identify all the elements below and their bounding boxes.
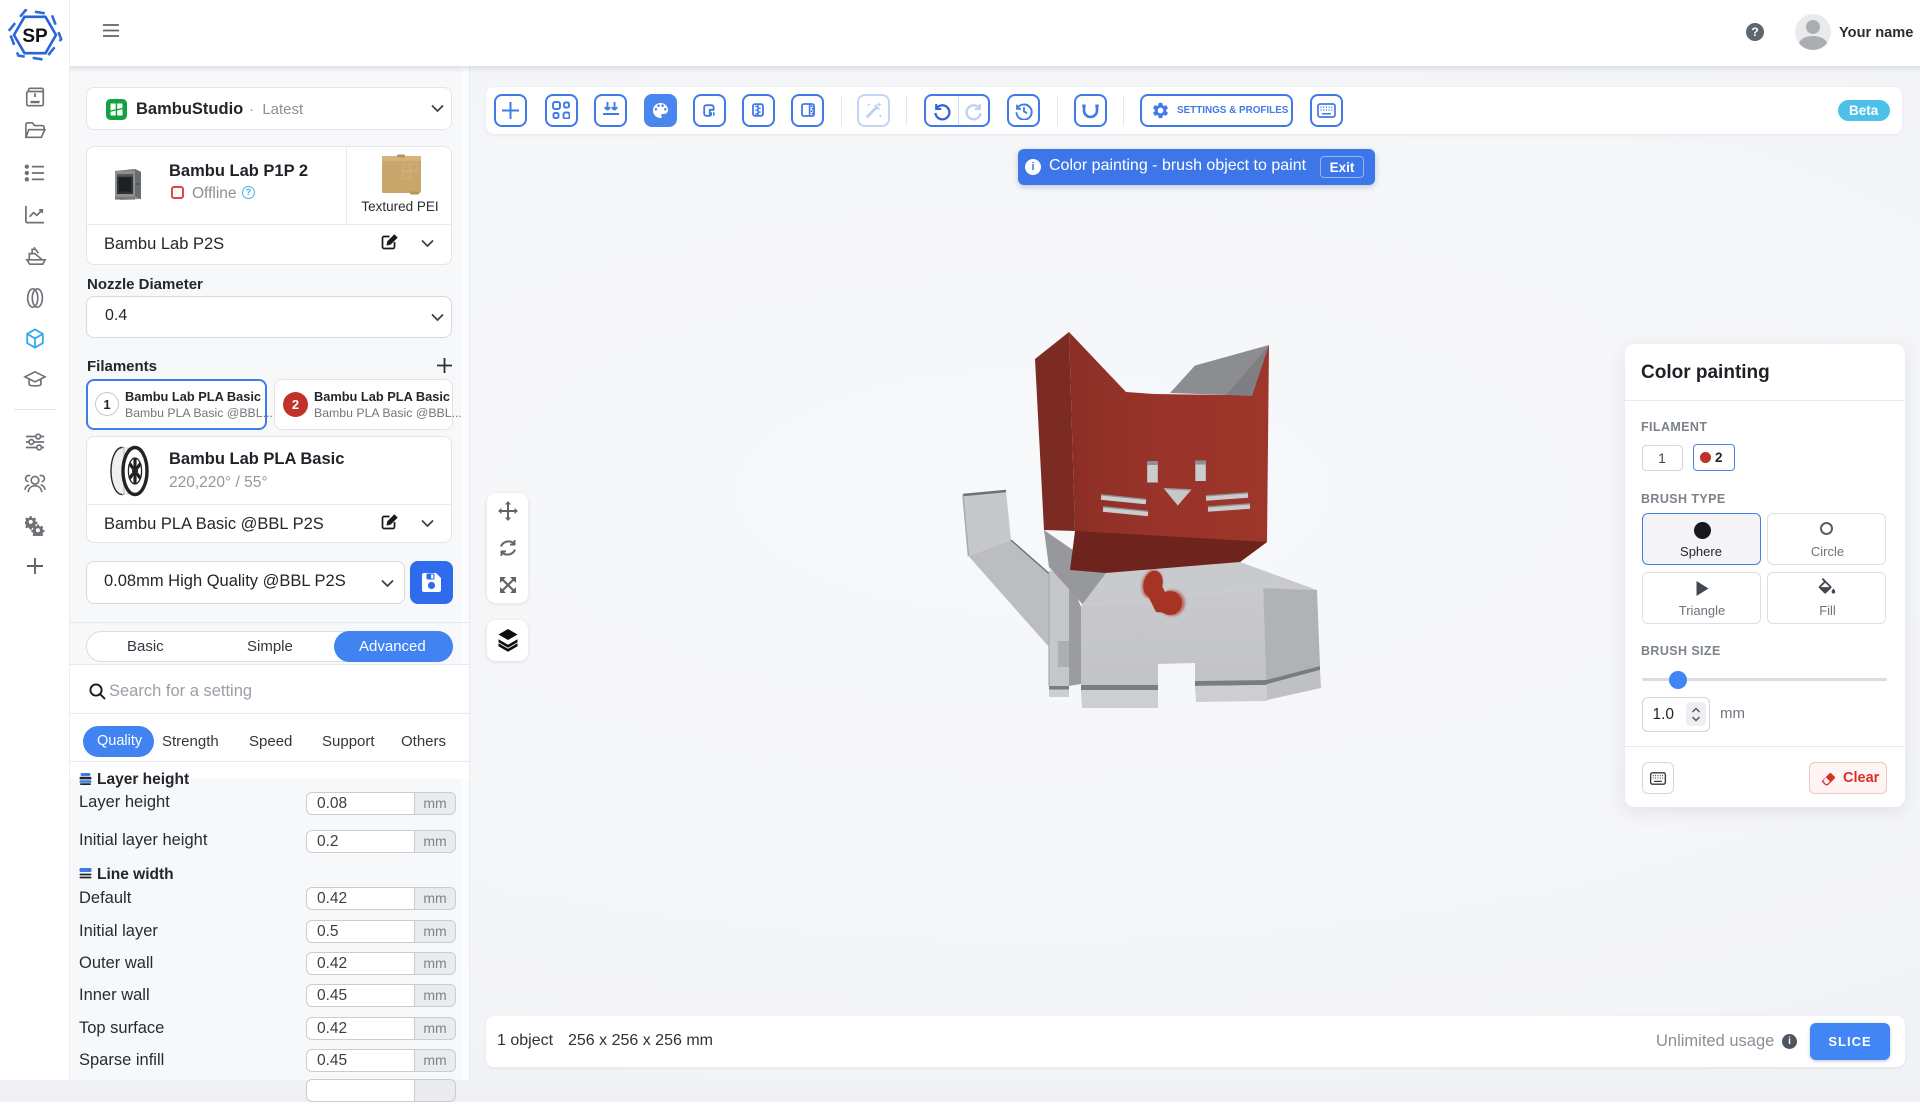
svg-text:SP: SP — [22, 26, 48, 47]
